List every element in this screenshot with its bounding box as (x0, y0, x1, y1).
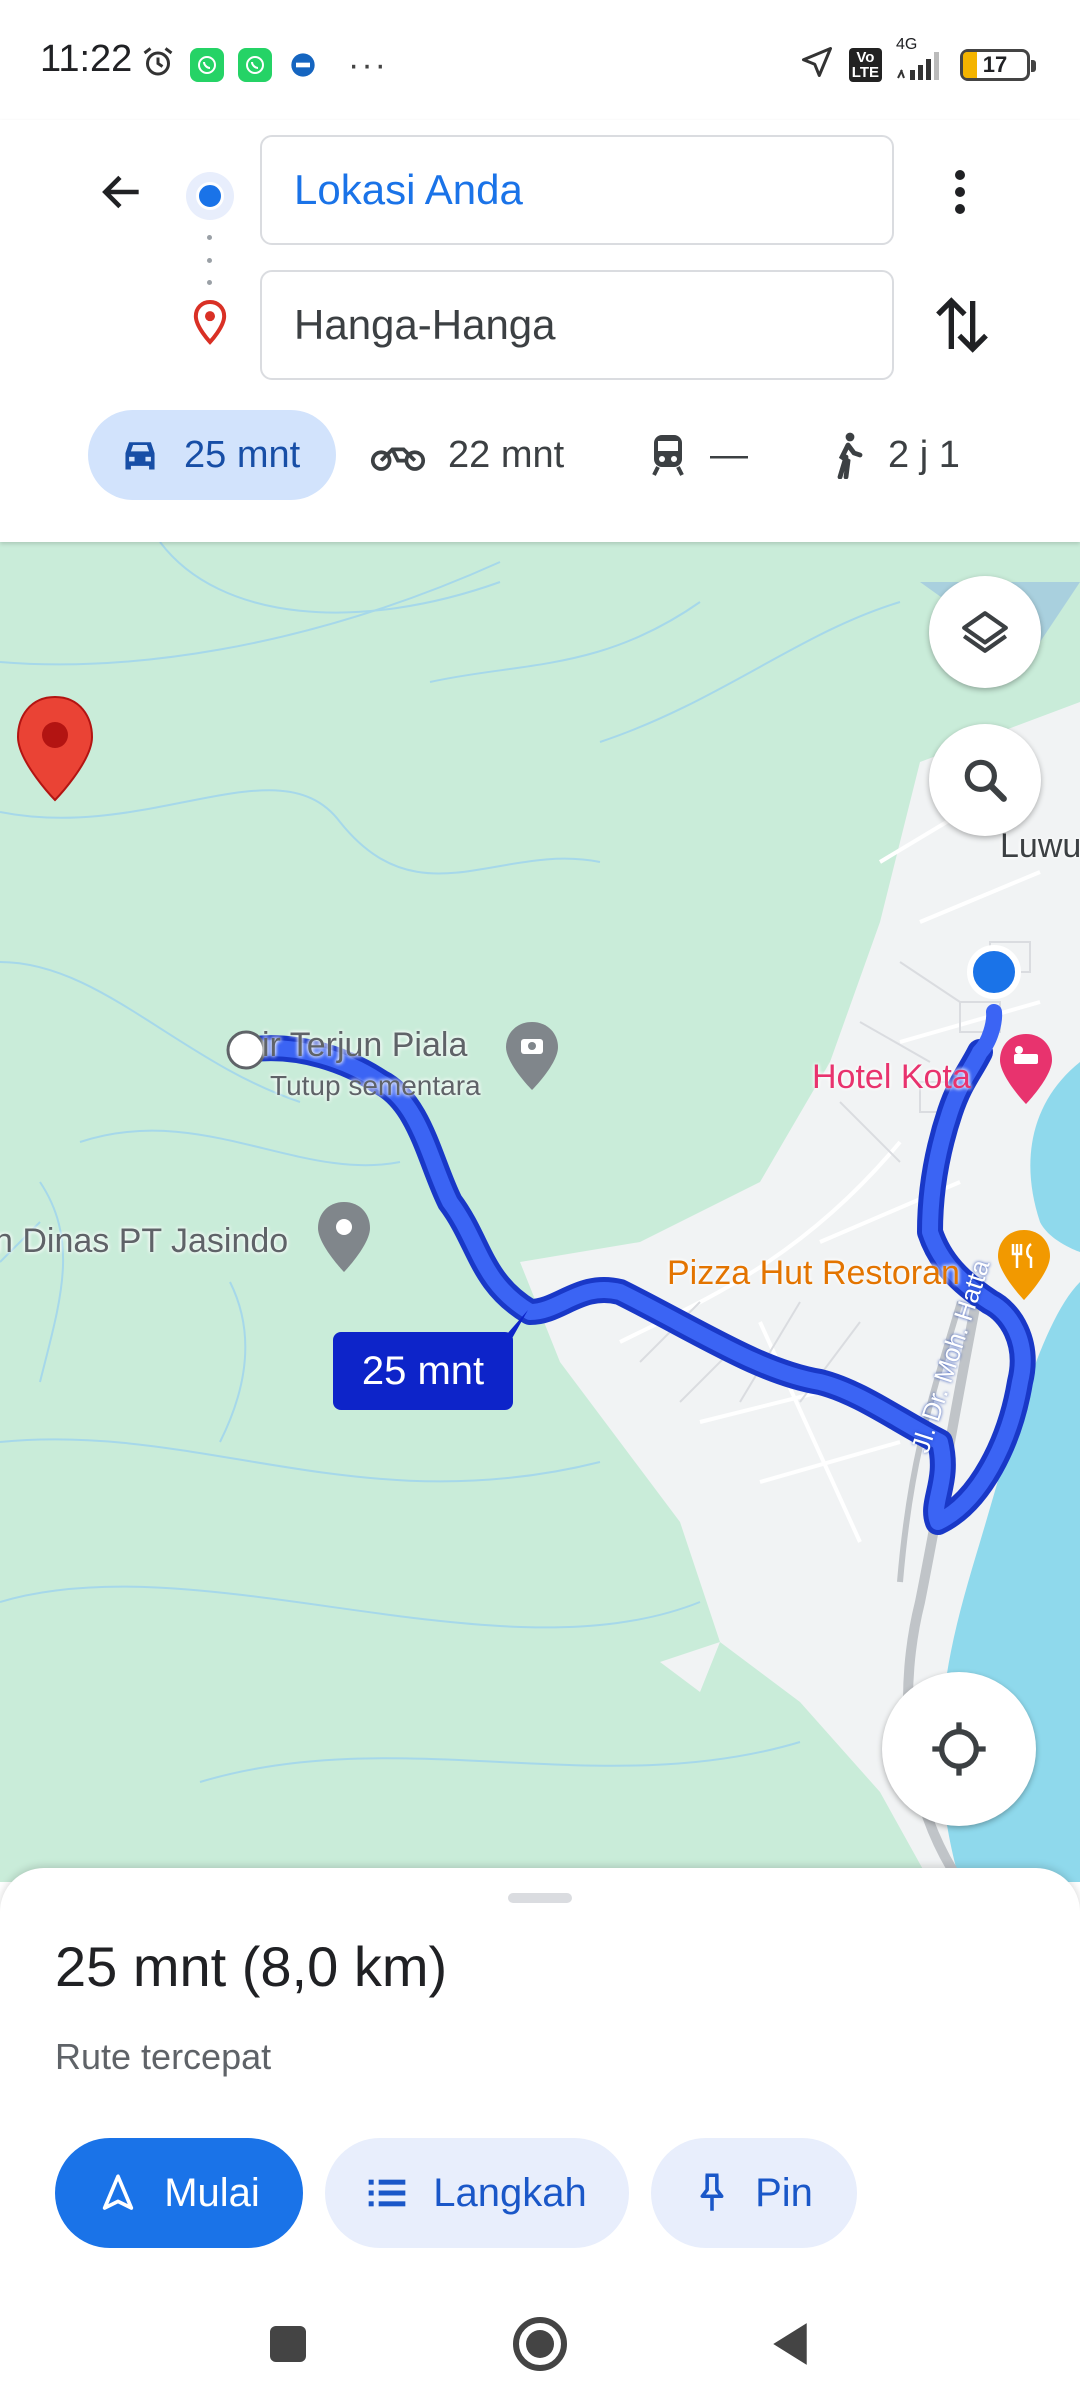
route-summary-sheet: 25 mnt (8,0 km) Rute tercepat Mulai Lang… (0, 1868, 1080, 2288)
steps-button[interactable]: Langkah (325, 2138, 629, 2248)
map-canvas (0, 542, 1080, 1882)
battery-icon: 17 (960, 48, 1036, 81)
route-connector-dots (207, 235, 213, 285)
navigation-arrow-icon (103, 2174, 134, 2210)
triangle-back-icon (773, 2323, 807, 2365)
map-label-temporarily-closed: Tutup sementara (270, 1070, 481, 1101)
route-duration-distance: 25 mnt (8,0 km) (55, 1935, 448, 1998)
motorcycle-icon (370, 447, 426, 471)
my-location-icon (932, 1722, 986, 1776)
location-arrow-icon (799, 44, 835, 85)
more-options-button[interactable] (940, 160, 980, 224)
swap-button[interactable] (930, 290, 994, 360)
mode-walking[interactable]: 2 j 1 (830, 410, 960, 500)
map-label-dinas[interactable]: n Dinas PT Jasindo (0, 1222, 288, 1261)
network-type: 4G (896, 35, 918, 53)
map-label-restaurant[interactable]: Pizza Hut Restoran (667, 1254, 960, 1293)
destination-pin-icon (190, 298, 230, 351)
origin-input[interactable]: Lokasi Anda (260, 135, 894, 245)
mode-motorcycle[interactable]: 22 mnt (370, 410, 564, 500)
square-icon (270, 2326, 306, 2362)
map-label-luwu: Luwu (1000, 827, 1080, 865)
mode-motorcycle-time: 22 mnt (448, 433, 565, 476)
start-button-label: Mulai (164, 2170, 260, 2215)
map-label-hotel[interactable]: Hotel Kota (812, 1058, 971, 1097)
mode-driving[interactable]: 25 mnt (88, 410, 336, 500)
more-notifications-icon: ··· (348, 45, 388, 84)
arrow-left-icon (102, 175, 139, 209)
swap-vert-icon (936, 297, 988, 353)
pushpin-icon (700, 2173, 724, 2211)
travel-modes: 25 mnt 22 mnt — 2 j 1 (0, 410, 1080, 510)
battery-level: 17 (982, 51, 1008, 77)
back-button[interactable] (90, 160, 154, 224)
sheet-drag-handle[interactable] (508, 1893, 572, 1903)
mode-transit-time: — (710, 433, 748, 476)
attraction-pin[interactable] (506, 1022, 558, 1090)
system-back-button[interactable] (758, 2312, 822, 2376)
car-icon (125, 442, 155, 470)
search-icon (964, 759, 1007, 802)
route-subtitle: Rute tercepat (55, 2036, 272, 2077)
home-button[interactable] (508, 2312, 572, 2376)
whatsapp-icon (190, 47, 224, 82)
mode-driving-time: 25 mnt (184, 433, 301, 476)
mode-transit[interactable]: — (648, 410, 748, 500)
app-notification-icon (286, 47, 320, 82)
pin-button-label: Pin (755, 2170, 813, 2215)
dinas-pin[interactable] (318, 1202, 370, 1272)
status-time: 11:22 (40, 38, 133, 80)
search-along-route-button[interactable] (929, 724, 1041, 836)
origin-dot-icon (186, 172, 234, 220)
layers-icon (962, 611, 1008, 653)
recents-button[interactable] (256, 2312, 320, 2376)
system-navigation-bar (0, 2288, 1080, 2400)
walking-icon (837, 432, 863, 479)
route-eta-bubble[interactable]: 25 mnt (333, 1332, 513, 1410)
start-button[interactable]: Mulai (55, 2138, 303, 2248)
volte-icon: Vo LTE (848, 47, 882, 82)
layers-button[interactable] (929, 576, 1041, 688)
steps-button-label: Langkah (433, 2170, 587, 2215)
pin-button[interactable]: Pin (651, 2138, 857, 2248)
destination-input[interactable]: Hanga-Hanga (260, 270, 894, 380)
whatsapp-business-icon (238, 47, 272, 82)
status-bar: 11:22 ··· Vo LTE 4G 17 (0, 0, 1080, 120)
map-label-waterfall[interactable]: ir Terjun Piala (262, 1026, 467, 1065)
map-view[interactable]: Luwu ir Terjun Piala Tutup sementara n D… (0, 542, 1080, 1882)
directions-header: Lokasi Anda Hanga-Hanga 25 mnt 22 mnt — … (0, 120, 1080, 542)
circle-home-icon (513, 2317, 567, 2371)
route-actions: Mulai Langkah Pin (55, 2138, 857, 2248)
alarm-icon (140, 44, 176, 85)
red-map-pin[interactable] (16, 695, 94, 802)
train-icon (652, 435, 684, 476)
system-icons: Vo LTE 4G 17 (799, 36, 1036, 85)
signal-icon: 4G (896, 36, 946, 80)
list-icon (368, 2179, 406, 2207)
notification-icons: ··· (140, 44, 388, 85)
mode-walking-time: 2 j 1 (888, 433, 960, 476)
my-location-button[interactable] (882, 1672, 1036, 1826)
